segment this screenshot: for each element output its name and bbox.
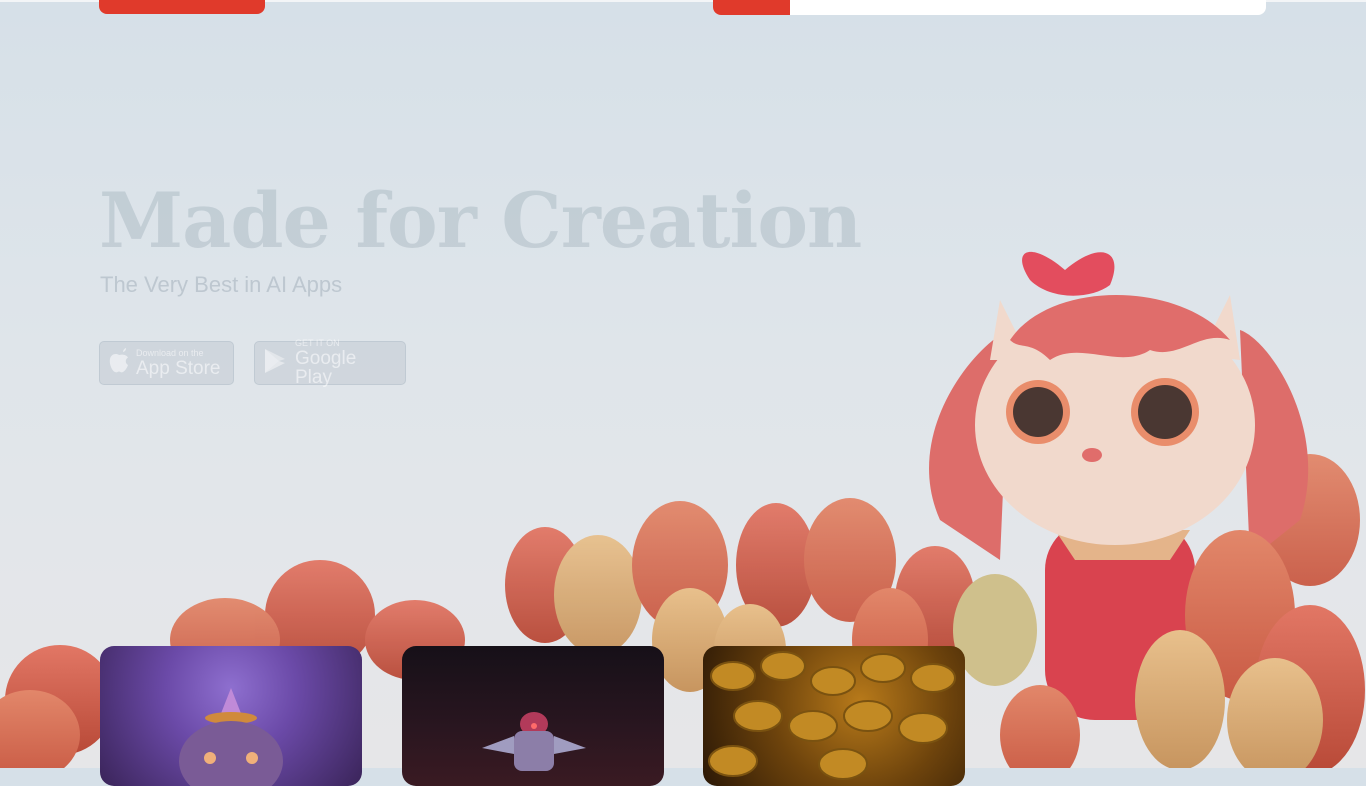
robot-character-image	[482, 712, 586, 771]
app-store-label: App Store	[136, 357, 221, 379]
hero-subtitle: The Very Best in AI Apps	[100, 272, 343, 297]
google-play-button[interactable]: GET IT ON Google Play	[254, 338, 406, 388]
apple-icon	[108, 347, 130, 379]
hero-title: Made for Creation	[99, 176, 862, 265]
google-play-icon	[263, 347, 289, 380]
app-card-coins[interactable]	[703, 646, 965, 786]
wizard-character-image	[179, 688, 283, 786]
app-store-button[interactable]: Download on the App Store	[99, 341, 234, 385]
google-play-label: Google Play	[295, 348, 357, 388]
google-play-small-text: GET IT ON	[295, 338, 340, 348]
app-card-wizard[interactable]	[100, 646, 362, 786]
gold-coins-image	[708, 651, 956, 780]
app-store-small-text: Download on the	[136, 347, 204, 358]
app-card-robot[interactable]	[402, 646, 664, 786]
